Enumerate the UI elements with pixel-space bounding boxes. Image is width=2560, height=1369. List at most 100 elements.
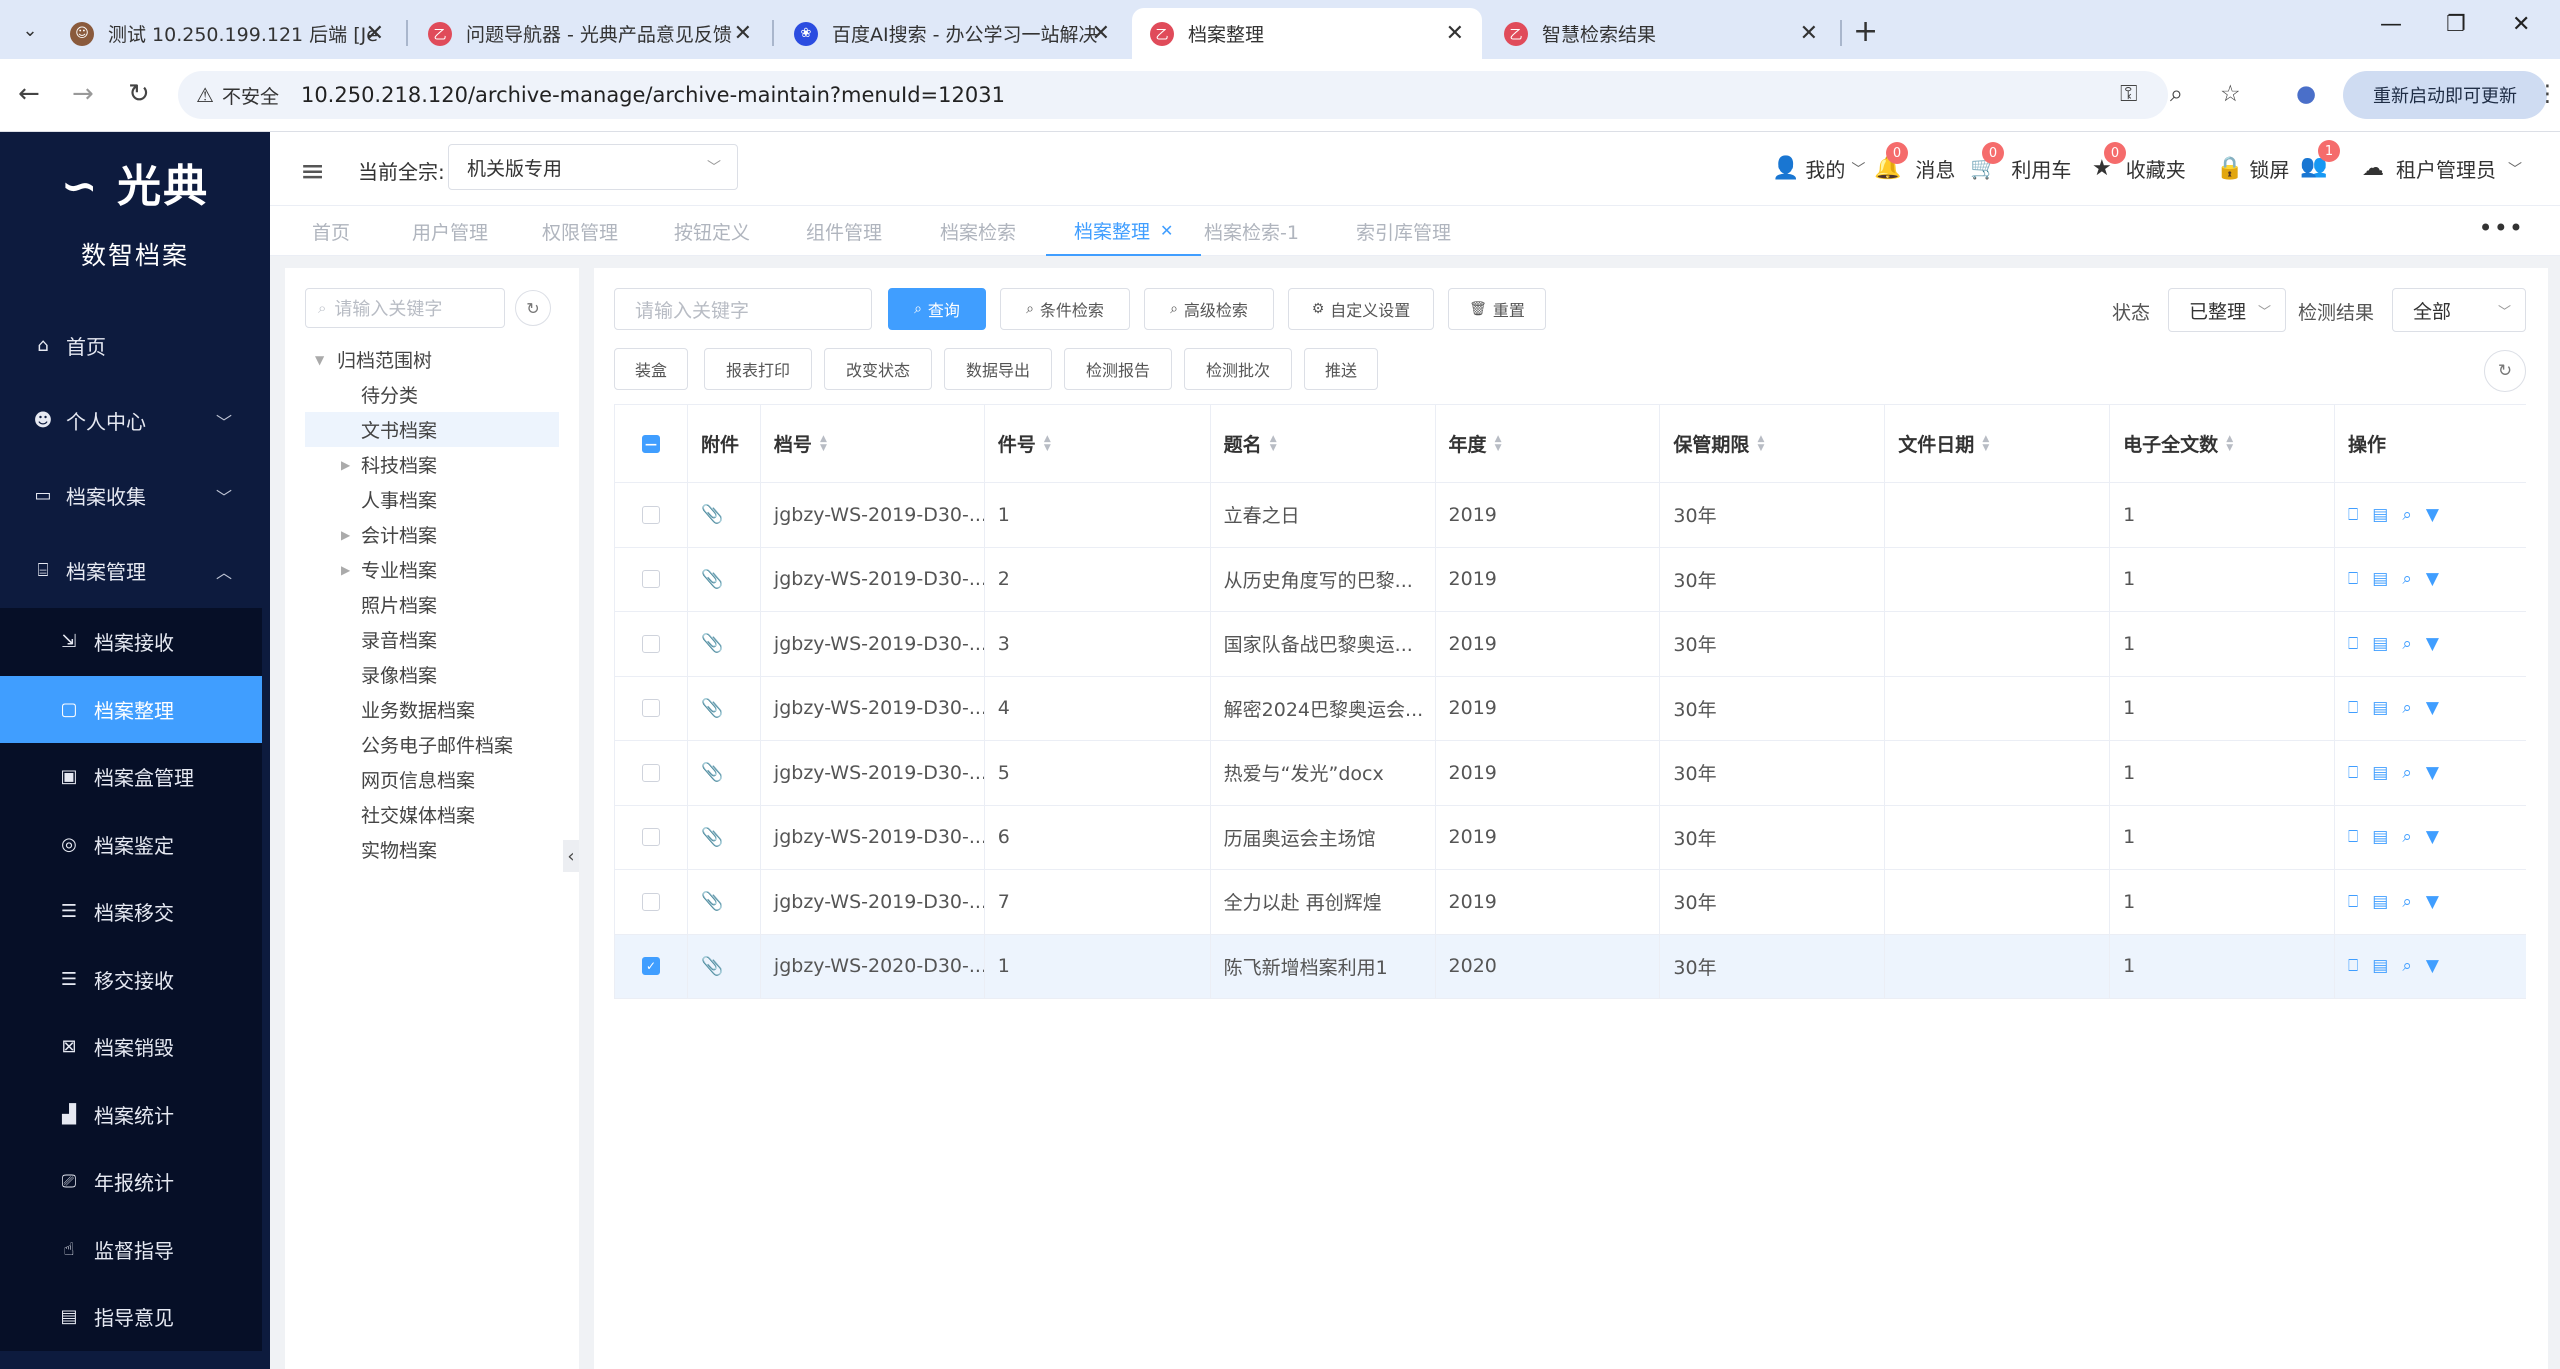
search-icon[interactable]: ⌕ — [2402, 698, 2412, 718]
menu-item-collect[interactable]: ▭ 档案收集 ﹀ — [0, 458, 262, 533]
submenu-item-appraise[interactable]: ◎ 档案鉴定 — [0, 811, 262, 879]
browser-menu-icon[interactable]: ⋮ — [2536, 81, 2559, 107]
sort-caret-icon[interactable]: ▲ ▼ — [1495, 434, 1502, 453]
back-arrow-icon[interactable]: ← — [18, 79, 40, 109]
paperclip-icon[interactable]: 📎 — [701, 956, 723, 977]
column-header-sortable[interactable]: 件号 ▲ ▼ — [985, 405, 1211, 482]
paperclip-icon[interactable]: 📎 — [701, 569, 723, 590]
tag-close-icon[interactable]: ✕ — [1160, 221, 1173, 240]
search-icon[interactable]: ⌕ — [2402, 827, 2412, 847]
password-key-icon[interactable]: ⚿ — [2120, 81, 2138, 107]
browser-tab-active[interactable]: 乙 档案整理 ✕ — [1132, 8, 1482, 59]
tab-close-icon[interactable]: ✕ — [1092, 21, 1110, 46]
open-book-icon[interactable]: ⎕ — [2348, 505, 2358, 525]
open-book-icon[interactable]: ⎕ — [2348, 956, 2358, 976]
document-icon[interactable]: ▤ — [2372, 892, 2388, 912]
tag-index-manage[interactable]: 索引库管理 — [1356, 206, 1451, 256]
search-icon[interactable]: ⌕ — [2402, 569, 2412, 589]
table-refresh-icon[interactable]: ↻ — [2484, 350, 2526, 392]
tag-button-define[interactable]: 按钮定义 — [674, 206, 750, 256]
paperclip-icon[interactable]: 📎 — [701, 891, 723, 912]
tag-user-manage[interactable]: 用户管理 — [412, 206, 488, 256]
open-book-icon[interactable]: ⎕ — [2348, 569, 2358, 589]
document-icon[interactable]: ▤ — [2372, 827, 2388, 847]
header-mine[interactable]: 👤 我的 ﹀ — [1772, 154, 1865, 183]
row-checkbox[interactable] — [641, 763, 660, 782]
row-checkbox[interactable] — [641, 699, 660, 718]
tree-node[interactable]: 实物档案 — [305, 832, 559, 867]
column-header-sortable[interactable]: 题名 ▲ ▼ — [1211, 405, 1436, 482]
caret-right-icon[interactable]: ▶ — [341, 563, 350, 577]
detect-batch-button[interactable]: 检测批次 — [1184, 348, 1292, 390]
caret-down-icon[interactable]: ▼ — [2426, 892, 2439, 912]
forward-arrow-icon[interactable]: → — [72, 79, 94, 109]
tag-archive-search-1[interactable]: 档案检索-1 — [1204, 206, 1299, 256]
row-checkbox[interactable] — [641, 892, 660, 911]
bookmark-star-icon[interactable]: ☆ — [2220, 81, 2241, 107]
caret-down-icon[interactable]: ▼ — [2426, 569, 2439, 589]
sort-caret-icon[interactable]: ▲ ▼ — [1757, 434, 1764, 453]
reload-icon[interactable]: ↻ — [128, 79, 150, 109]
tree-node[interactable]: 录像档案 — [305, 657, 559, 692]
open-book-icon[interactable]: ⎕ — [2348, 634, 2358, 654]
submenu-item-transfer[interactable]: ☰ 档案移交 — [0, 878, 262, 946]
paperclip-icon[interactable]: 📎 — [701, 504, 723, 525]
tree-search-input[interactable]: ⌕ 请输入关键字 — [305, 288, 505, 328]
table-row[interactable]: 📎 jgbzy-WS-2019-D30-... 1 立春之日 2019 30年 1 ⎕ ▤ ⌕ ▼ — [615, 483, 2526, 548]
document-icon[interactable]: ▤ — [2372, 569, 2388, 589]
query-button[interactable]: ⌕ 查询 — [888, 288, 986, 330]
url-text[interactable]: 10.250.218.120/archive-manage/archive-ma… — [301, 83, 1005, 107]
submenu-item-supervise[interactable]: ☝ 监督指导 — [0, 1216, 262, 1284]
header-tenant[interactable]: ☁ 租户管理员 ﹀ — [2362, 154, 2522, 183]
tree-node-root[interactable]: ▼ 归档范围树 — [305, 342, 559, 377]
tree-node[interactable]: 社交媒体档案 — [305, 797, 559, 832]
browser-tab-5[interactable]: 乙 智慧检索结果 ✕ — [1486, 8, 1836, 59]
minimize-icon[interactable]: — — [2380, 12, 2402, 37]
tab-close-icon[interactable]: ✕ — [366, 21, 384, 46]
window-close-icon[interactable]: ✕ — [2512, 12, 2530, 37]
tag-permission[interactable]: 权限管理 — [542, 206, 618, 256]
sort-caret-icon[interactable]: ▲ ▼ — [820, 434, 827, 453]
table-row[interactable]: 📎 jgbzy-WS-2019-D30-... 2 从历史角度写的巴黎... 2019 3… — [615, 547, 2526, 612]
open-book-icon[interactable]: ⎕ — [2348, 892, 2358, 912]
column-header-sortable[interactable]: 档号 ▲ ▼ — [761, 405, 985, 482]
tab-close-icon[interactable]: ✕ — [1446, 21, 1464, 46]
tree-node[interactable]: 网页信息档案 — [305, 762, 559, 797]
table-row[interactable]: 📎 jgbzy-WS-2019-D30-... 3 国家队备战巴黎奥运... 2019 3… — [615, 612, 2526, 677]
quanzong-select[interactable]: 机关版专用 ﹀ — [448, 144, 738, 190]
hamburger-menu-icon[interactable]: ≡ — [300, 154, 325, 189]
document-icon[interactable]: ▤ — [2372, 763, 2388, 783]
paperclip-icon[interactable]: 📎 — [701, 633, 723, 654]
caret-down-icon[interactable]: ▼ — [315, 353, 324, 367]
tab-close-icon[interactable]: ✕ — [1800, 21, 1818, 46]
tab-close-icon[interactable]: ✕ — [734, 21, 752, 46]
tree-node[interactable]: ▶ 科技档案 — [305, 447, 559, 482]
custom-settings-button[interactable]: ⚙ 自定义设置 — [1288, 288, 1434, 330]
paperclip-icon[interactable]: 📎 — [701, 762, 723, 783]
submenu-item-box[interactable]: ▣ 档案盒管理 — [0, 743, 262, 811]
tree-node[interactable]: ▶ 专业档案 — [305, 552, 559, 587]
table-row[interactable]: 📎 jgbzy-WS-2019-D30-... 6 历届奥运会主场馆 2019 30年 1 ⎕… — [615, 805, 2526, 870]
submenu-item-transfer-receive[interactable]: ☰ 移交接收 — [0, 946, 262, 1014]
site-info-chip[interactable]: ⚠ 不安全 — [196, 82, 279, 109]
search-icon[interactable]: ⌕ — [2402, 892, 2412, 912]
tag-home[interactable]: 首页 — [312, 206, 350, 256]
submenu-item-destroy[interactable]: ⊠ 档案销毁 — [0, 1013, 262, 1081]
row-checkbox[interactable] — [641, 634, 660, 653]
header-messages[interactable]: 🔔 0 消息 — [1874, 142, 1955, 183]
submenu-item-receive[interactable]: ⇲ 档案接收 — [0, 608, 262, 676]
caret-down-icon[interactable]: ▼ — [2426, 505, 2439, 525]
new-tab-icon[interactable]: + — [1853, 14, 1878, 49]
profile-avatar-icon[interactable]: ● — [2296, 81, 2316, 107]
row-checkbox[interactable] — [641, 505, 660, 524]
submenu-item-statistics[interactable]: ▟ 档案统计 — [0, 1081, 262, 1149]
push-button[interactable]: 推送 — [1304, 348, 1378, 390]
tree-node[interactable]: 人事档案 — [305, 482, 559, 517]
caret-right-icon[interactable]: ▶ — [341, 458, 350, 472]
tag-archive-search[interactable]: 档案检索 — [940, 206, 1016, 256]
tree-node-selected[interactable]: 文书档案 — [305, 412, 559, 447]
row-checkbox[interactable] — [641, 828, 660, 847]
column-header-sortable[interactable]: 保管期限 ▲ ▼ — [1660, 405, 1886, 482]
header-cart[interactable]: 🛒 0 利用车 — [1970, 142, 2071, 183]
tree-node[interactable]: 录音档案 — [305, 622, 559, 657]
